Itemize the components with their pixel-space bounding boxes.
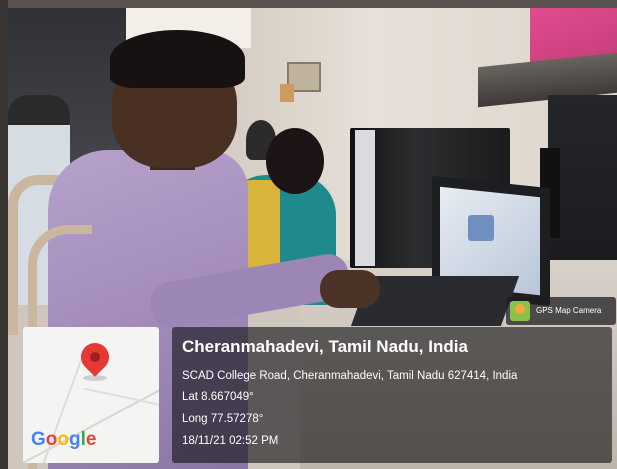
- map-pin-icon: [75, 337, 115, 377]
- address-line: SCAD College Road, Cheranmahadevi, Tamil…: [182, 370, 518, 382]
- photo-frame: GPS Map Camera Google Cheranmahadevi, Ta…: [0, 0, 617, 469]
- top-border: [0, 0, 617, 8]
- location-info-panel: Cheranmahadevi, Tamil Nadu, India SCAD C…: [172, 327, 612, 463]
- laptop-screen-icon: [468, 215, 494, 241]
- student-hair: [110, 30, 245, 88]
- map-thumbnail: Google: [23, 327, 159, 463]
- location-title: Cheranmahadevi, Tamil Nadu, India: [182, 337, 468, 356]
- latitude: Lat 8.667049°: [182, 391, 254, 403]
- map-road: [83, 387, 159, 409]
- gps-map-camera-icon: [510, 301, 530, 321]
- left-border: [0, 0, 8, 469]
- student-hand: [320, 270, 380, 308]
- wall-picture: [280, 84, 294, 102]
- woman-head: [266, 128, 324, 194]
- gps-map-camera-badge: GPS Map Camera: [506, 297, 616, 325]
- tower-front-panel: [355, 130, 375, 266]
- google-logo: Google: [31, 429, 97, 450]
- longitude: Long 77.57278°: [182, 413, 264, 425]
- timestamp: 18/11/21 02:52 PM: [182, 435, 279, 447]
- gps-badge-label: GPS Map Camera: [536, 306, 602, 315]
